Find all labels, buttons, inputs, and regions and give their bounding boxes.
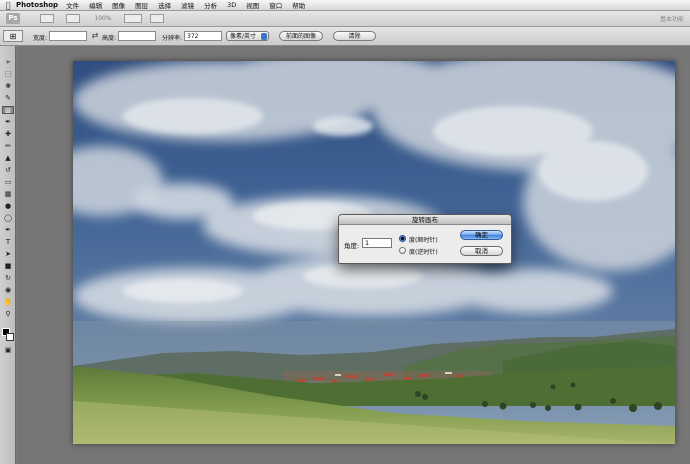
gradient-tool-icon[interactable]: ▦	[2, 190, 14, 198]
width-input[interactable]	[49, 31, 87, 41]
front-image-button[interactable]: 前面的图像	[279, 31, 323, 41]
brush-tool-icon[interactable]: ✏	[2, 142, 14, 150]
background-color-swatch[interactable]	[6, 333, 14, 341]
quick-selection-tool-icon[interactable]: ✎	[2, 94, 14, 102]
zoom-level[interactable]: 100%	[92, 14, 114, 23]
swap-dimensions-icon[interactable]: ⇄	[90, 31, 100, 41]
ok-button[interactable]: 确定	[460, 230, 503, 240]
dodge-tool-icon[interactable]: ◯	[2, 214, 14, 222]
blur-tool-icon[interactable]: ●	[2, 202, 14, 210]
app-menu[interactable]: Photoshop	[16, 1, 58, 9]
menu-filter[interactable]: 滤镜	[181, 0, 194, 10]
application-bar: Ps 100% 基本功能	[0, 11, 690, 27]
eyedropper-tool-icon[interactable]: ✒	[2, 118, 14, 126]
angle-label: 角度:	[344, 242, 360, 250]
rotate-canvas-dialog: 旋转画布 角度: 1 度(顺时针) 度(逆时针) 确定 取消	[338, 214, 512, 264]
menu-3d[interactable]: 3D	[227, 1, 236, 9]
menu-bar:  Photoshop 文件 编辑 图像 图层 选择 滤镜 分析 3D 视图 窗…	[0, 0, 690, 11]
menu-help[interactable]: 帮助	[292, 0, 305, 10]
lasso-tool-icon[interactable]: ❀	[2, 82, 14, 90]
menu-analysis[interactable]: 分析	[204, 0, 217, 10]
view-extras-icon[interactable]	[66, 14, 80, 23]
clear-button[interactable]: 清除	[333, 31, 376, 41]
resolution-unit-value: 像素/英寸	[230, 33, 257, 40]
select-arrows-icon	[261, 33, 267, 40]
pen-tool-icon[interactable]: ✒	[2, 226, 14, 234]
menu-window[interactable]: 窗口	[269, 0, 282, 10]
menu-file[interactable]: 文件	[66, 0, 79, 10]
crop-tool-preset-icon[interactable]: ⊞	[3, 30, 23, 42]
resolution-label: 分辨率:	[162, 35, 183, 42]
menu-image[interactable]: 图像	[112, 0, 125, 10]
cancel-button[interactable]: 取消	[460, 246, 503, 256]
dialog-title: 旋转画布	[339, 215, 511, 225]
width-label: 宽度:	[33, 35, 48, 42]
photoshop-logo: Ps	[6, 13, 20, 24]
quick-mask-icon[interactable]: ▣	[2, 346, 14, 354]
angle-input[interactable]: 1	[362, 238, 392, 248]
counterclockwise-radio[interactable]	[399, 247, 406, 254]
arrange-documents-icon[interactable]	[124, 14, 142, 23]
path-selection-tool-icon[interactable]: ➤	[2, 250, 14, 258]
menu-select[interactable]: 选择	[158, 0, 171, 10]
history-brush-tool-icon[interactable]: ↺	[2, 166, 14, 174]
height-label: 高度:	[102, 35, 117, 42]
menu-layer[interactable]: 图层	[135, 0, 148, 10]
type-tool-icon[interactable]: T	[2, 238, 14, 246]
shape-tool-icon[interactable]: ■	[2, 262, 14, 270]
clockwise-radio[interactable]	[399, 235, 406, 242]
tools-panel: ➢ ⬚ ❀ ✎ ⊞ ✒ ✚ ✏ ▲ ↺ ▭ ▦ ● ◯ ✒ T ➤ ■ ↻ ◉ …	[0, 46, 16, 464]
workspace-switcher[interactable]: 基本功能	[660, 14, 684, 23]
move-tool-icon[interactable]: ➢	[2, 58, 14, 66]
resolution-unit-select[interactable]: 像素/英寸	[226, 31, 269, 41]
hand-tool-icon[interactable]: ✋	[2, 298, 14, 306]
3d-camera-tool-icon[interactable]: ◉	[2, 286, 14, 294]
clockwise-label: 度(顺时针)	[409, 237, 438, 244]
resolution-input[interactable]: 372	[184, 31, 222, 41]
apple-icon[interactable]: 	[0, 1, 16, 10]
healing-brush-tool-icon[interactable]: ✚	[2, 130, 14, 138]
height-input[interactable]	[118, 31, 156, 41]
3d-rotate-tool-icon[interactable]: ↻	[2, 274, 14, 282]
zoom-tool-icon[interactable]: ⚲	[2, 310, 14, 318]
marquee-tool-icon[interactable]: ⬚	[2, 70, 14, 78]
eraser-tool-icon[interactable]: ▭	[2, 178, 14, 186]
screen-mode-icon[interactable]	[150, 14, 164, 23]
menu-edit[interactable]: 编辑	[89, 0, 102, 10]
menu-view[interactable]: 视图	[246, 0, 259, 10]
crop-tool-icon[interactable]: ⊞	[2, 106, 14, 115]
options-bar: ⊞ 宽度: ⇄ 高度: 分辨率: 372 像素/英寸 前面的图像 清除	[0, 27, 690, 46]
counterclockwise-label: 度(逆时针)	[409, 249, 438, 256]
clone-stamp-tool-icon[interactable]: ▲	[2, 154, 14, 162]
launch-bridge-icon[interactable]	[40, 14, 54, 23]
